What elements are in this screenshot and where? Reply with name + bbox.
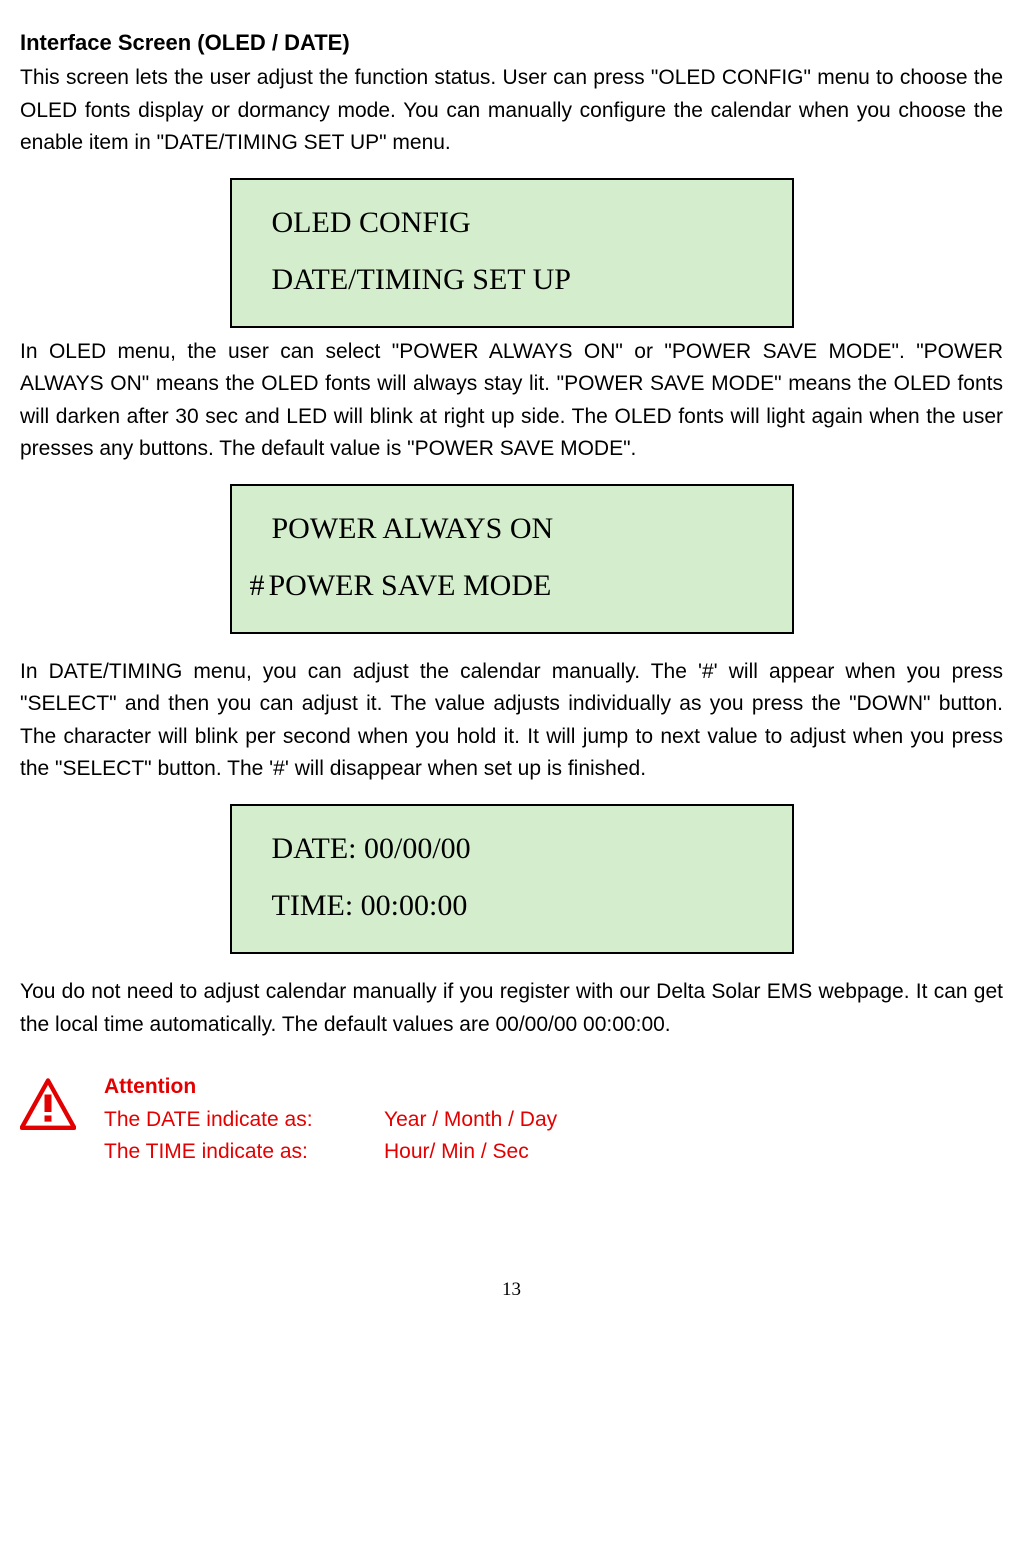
attention-time-value: Hour/ Min / Sec xyxy=(384,1136,529,1169)
section-heading: Interface Screen (OLED / DATE) xyxy=(20,30,1003,56)
box1-line2: DATE/TIMING SET UP xyxy=(272,251,752,308)
box3-line1: DATE: 00/00/00 xyxy=(272,820,752,877)
attention-time-key: The TIME indicate as: xyxy=(104,1136,384,1169)
box2-line2: POWER SAVE MODE xyxy=(269,557,552,614)
attention-text: Attention The DATE indicate as: Year / M… xyxy=(104,1071,557,1169)
page-number: 13 xyxy=(20,1279,1003,1301)
oled-config-box: OLED CONFIG DATE/TIMING SET UP xyxy=(230,178,794,328)
attention-block: Attention The DATE indicate as: Year / M… xyxy=(20,1071,1003,1169)
attention-row-date: The DATE indicate as: Year / Month / Day xyxy=(104,1104,557,1137)
box2-line1: POWER ALWAYS ON xyxy=(272,500,752,557)
box3-line2: TIME: 00:00:00 xyxy=(272,877,752,934)
attention-date-key: The DATE indicate as: xyxy=(104,1104,384,1137)
box1-line1: OLED CONFIG xyxy=(272,194,752,251)
attention-date-value: Year / Month / Day xyxy=(384,1104,557,1137)
paragraph-oled-menu: In OLED menu, the user can select "POWER… xyxy=(20,336,1003,466)
paragraph-auto-calendar: You do not need to adjust calendar manua… xyxy=(20,976,1003,1041)
paragraph-intro: This screen lets the user adjust the fun… xyxy=(20,62,1003,160)
hash-marker: # xyxy=(250,557,265,614)
date-time-box: DATE: 00/00/00 TIME: 00:00:00 xyxy=(230,804,794,954)
attention-label: Attention xyxy=(104,1071,557,1104)
attention-row-time: The TIME indicate as: Hour/ Min / Sec xyxy=(104,1136,557,1169)
paragraph-date-timing: In DATE/TIMING menu, you can adjust the … xyxy=(20,656,1003,786)
warning-icon xyxy=(20,1077,76,1133)
power-mode-box: POWER ALWAYS ON # POWER SAVE MODE xyxy=(230,484,794,634)
